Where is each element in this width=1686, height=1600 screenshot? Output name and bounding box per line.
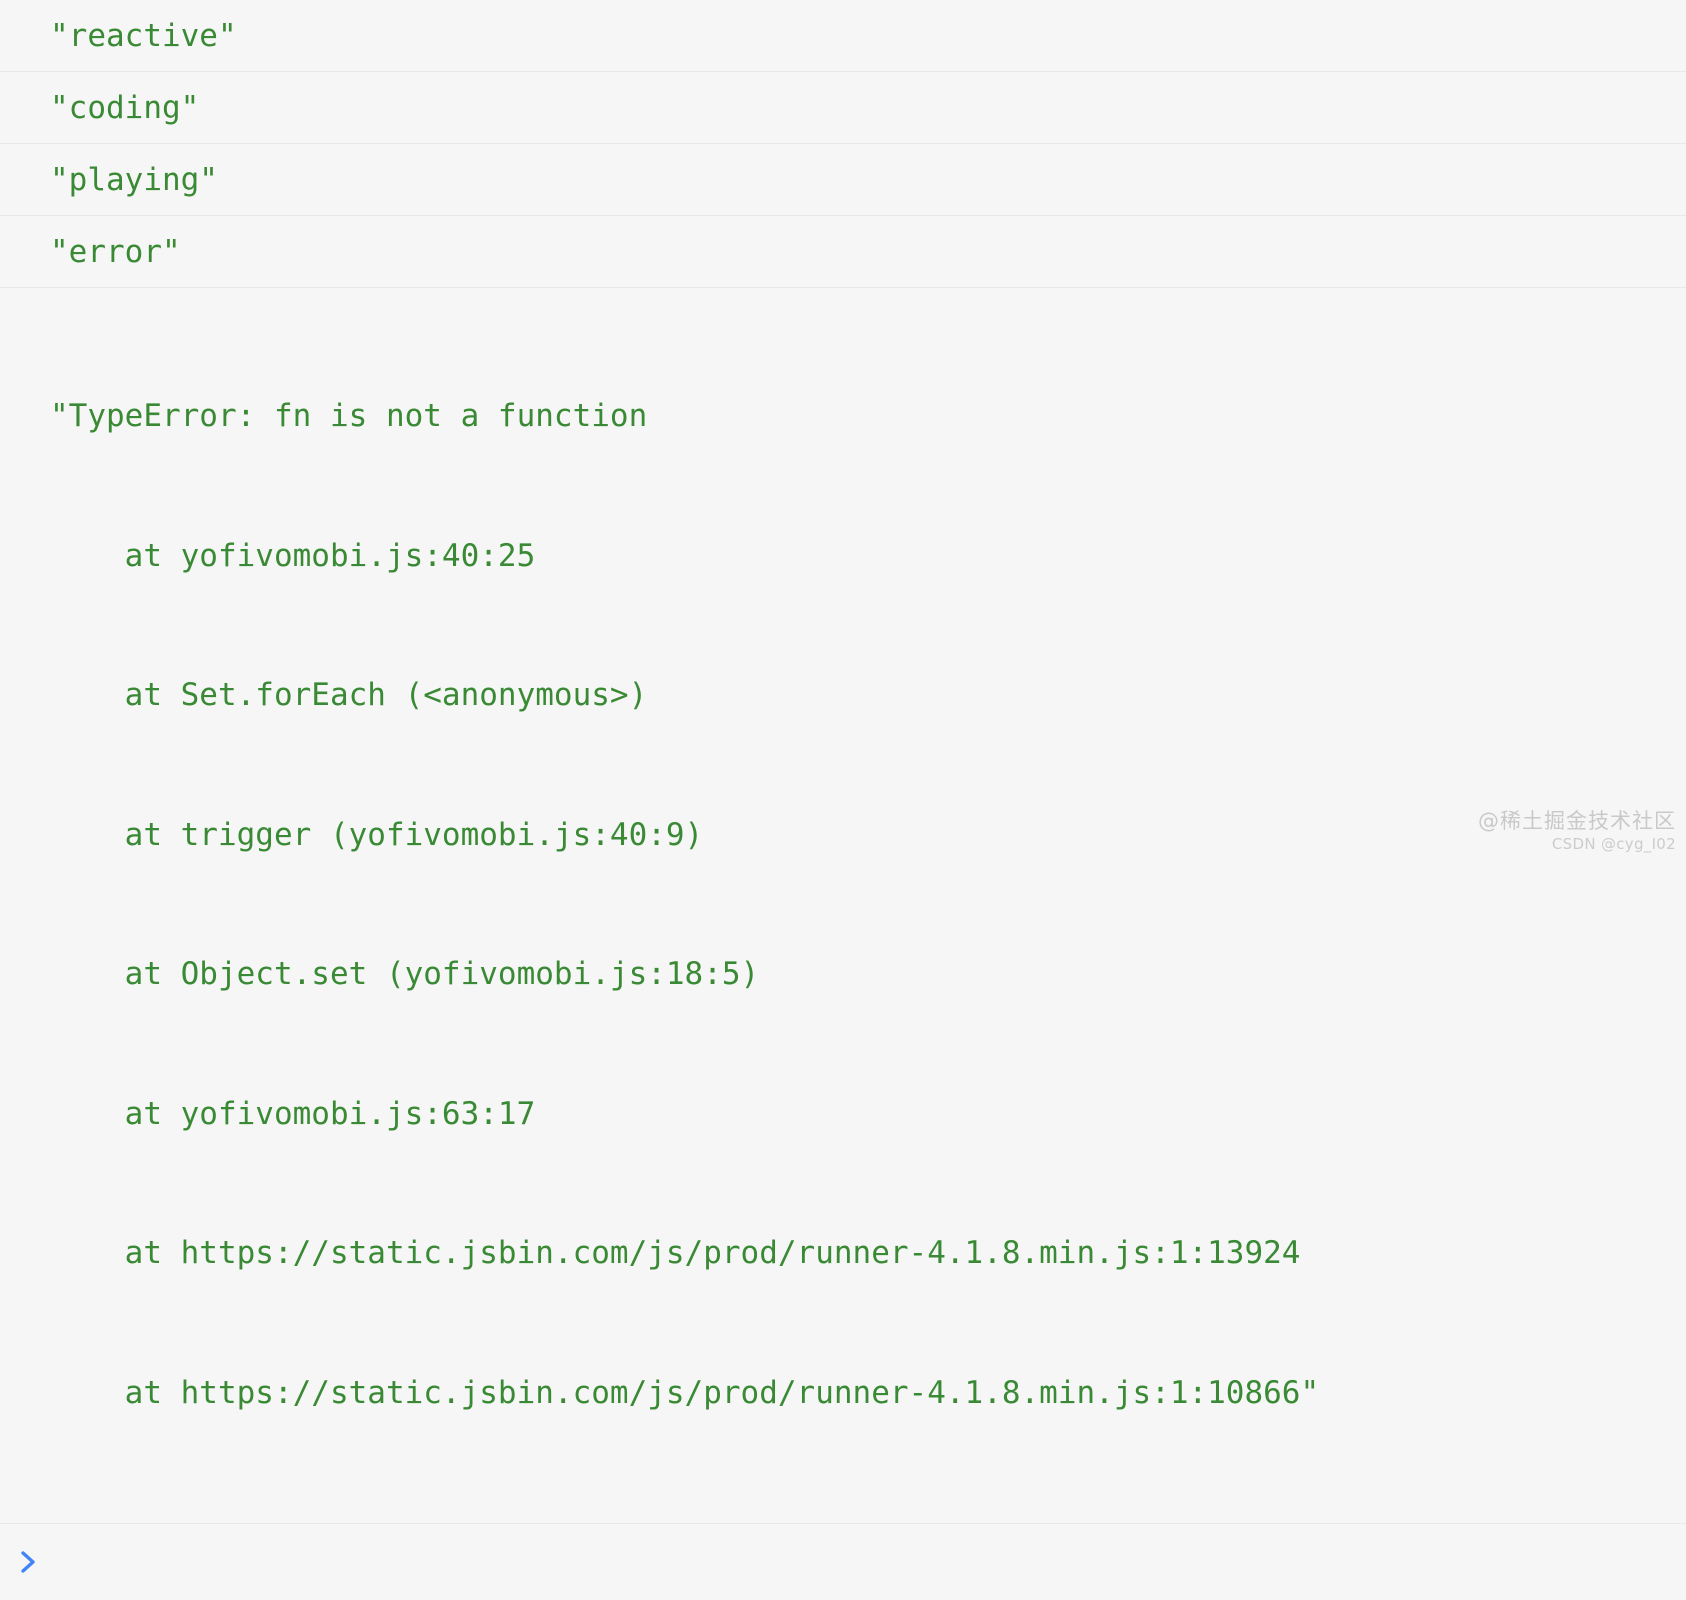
console-log-message: "coding" [50,89,200,126]
console-prompt-row[interactable] [0,1524,1686,1600]
error-stack-line: at https://static.jsbin.com/js/prod/runn… [50,1374,1320,1411]
console-log-row[interactable]: "error" [0,216,1686,288]
error-stack-line: at yofivomobi.js:63:17 [50,1095,536,1132]
console-error-stack: "TypeError: fn is not a function at yofi… [50,300,1686,1509]
console-error-row[interactable]: "TypeError: fn is not a function at yofi… [0,288,1686,1524]
error-stack-line: at trigger (yofivomobi.js:40:9) [50,816,704,853]
devtools-console-panel: "reactive" "coding" "playing" "error" "T… [0,0,1686,1600]
console-log-row[interactable]: "reactive" [0,0,1686,72]
console-log-row[interactable]: "coding" [0,72,1686,144]
error-stack-line: at Set.forEach (<anonymous>) [50,677,648,713]
error-header-line: "TypeError: fn is not a function [50,398,648,434]
console-log-message: "error" [50,233,181,270]
error-stack-line: at Object.set (yofivomobi.js:18:5) [50,956,760,992]
error-stack-line: at yofivomobi.js:40:25 [50,537,536,574]
console-log-message: "reactive" [50,17,237,54]
console-log-row[interactable]: "playing" [0,144,1686,216]
error-stack-line: at https://static.jsbin.com/js/prod/runn… [50,1235,1301,1271]
console-log-message: "playing" [50,161,218,198]
chevron-right-icon [16,1547,42,1577]
